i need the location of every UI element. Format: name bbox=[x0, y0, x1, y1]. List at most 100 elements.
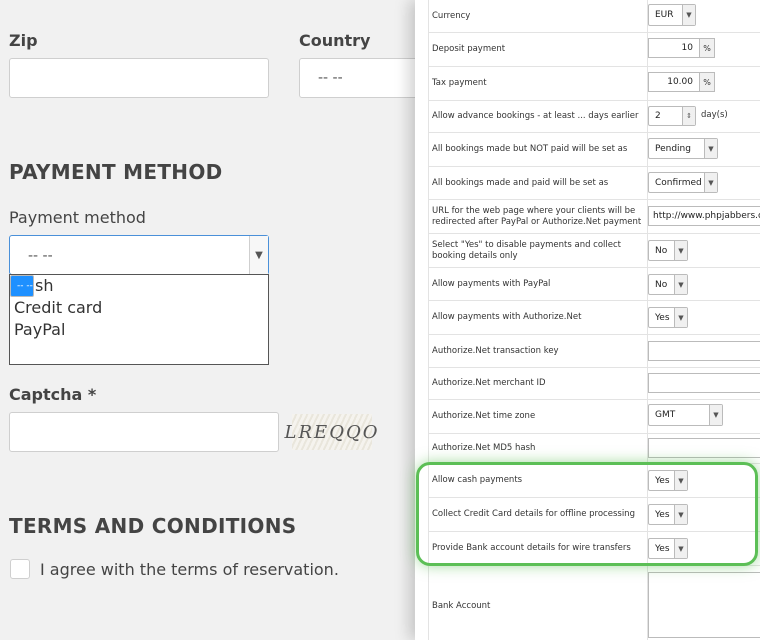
chevron-down-icon: ▼ bbox=[674, 505, 687, 524]
dropdown-option-credit-card[interactable]: Credit card bbox=[10, 297, 268, 319]
advance-days-spinner[interactable]: 2 ⇕ bbox=[648, 106, 696, 126]
unpaid-status-select[interactable]: Pending ▼ bbox=[648, 138, 718, 159]
setting-label: Currency bbox=[428, 0, 648, 32]
chevron-down-icon[interactable]: ▼ bbox=[249, 236, 268, 274]
paypal-value: No bbox=[655, 279, 668, 290]
country-select-value: -- -- bbox=[318, 70, 343, 86]
setting-label: URL for the web page where your clients … bbox=[428, 200, 648, 233]
captcha-image: LREQQO bbox=[285, 414, 377, 450]
currency-value: EUR bbox=[655, 10, 674, 20]
setting-row-currency: Currency EUR ▼ bbox=[428, 0, 760, 33]
chevron-down-icon: ▼ bbox=[704, 139, 717, 158]
setting-label: Bank Account bbox=[428, 566, 648, 640]
setting-label: Collect Credit Card details for offline … bbox=[428, 498, 648, 531]
setting-row-time-zone: Authorize.Net time zone GMT ▼ bbox=[428, 400, 760, 434]
disable-payments-value: No bbox=[655, 245, 668, 256]
currency-select[interactable]: EUR ▼ bbox=[648, 4, 696, 26]
setting-label: Authorize.Net MD5 hash bbox=[428, 434, 648, 463]
chevron-down-icon: ▼ bbox=[674, 275, 687, 294]
payment-method-value: -- -- bbox=[28, 248, 53, 264]
setting-row-disable-payments: Select "Yes" to disable payments and col… bbox=[428, 234, 760, 268]
booking-form: Zip Country -- -- PAYMENT METHOD Payment… bbox=[0, 0, 429, 640]
setting-label: Allow payments with PayPal bbox=[428, 268, 648, 300]
country-select[interactable]: -- -- bbox=[299, 58, 429, 98]
time-zone-value: GMT bbox=[655, 410, 676, 420]
tax-input[interactable]: 10.00 bbox=[648, 72, 700, 92]
country-label: Country bbox=[299, 31, 371, 50]
cash-value: Yes bbox=[655, 475, 670, 486]
redirect-url-input[interactable]: http://www.phpjabbers.c bbox=[648, 206, 760, 226]
setting-row-cash: Allow cash payments Yes ▼ bbox=[428, 464, 760, 498]
paypal-select[interactable]: No ▼ bbox=[648, 274, 688, 295]
setting-label: All bookings made but NOT paid will be s… bbox=[428, 133, 648, 166]
setting-row-authorize: Allow payments with Authorize.Net Yes ▼ bbox=[428, 301, 760, 335]
advance-days-value: 2 bbox=[655, 111, 661, 121]
cash-select[interactable]: Yes ▼ bbox=[648, 470, 688, 491]
dropdown-option-paypal[interactable]: PayPal bbox=[10, 319, 268, 341]
percent-addon: % bbox=[699, 72, 715, 92]
merchant-id-input[interactable] bbox=[648, 373, 760, 393]
setting-row-bank-transfer: Provide Bank account details for wire tr… bbox=[428, 532, 760, 566]
credit-card-value: Yes bbox=[655, 509, 670, 520]
authorize-value: Yes bbox=[655, 312, 670, 323]
days-unit: day(s) bbox=[701, 110, 728, 120]
terms-heading: TERMS AND CONDITIONS bbox=[9, 514, 297, 538]
chevron-down-icon: ▼ bbox=[674, 308, 687, 327]
bank-transfer-value: Yes bbox=[655, 543, 670, 554]
setting-label: Allow advance bookings - at least ... da… bbox=[428, 101, 648, 132]
setting-label: Authorize.Net transaction key bbox=[428, 335, 648, 367]
chevron-down-icon: ▼ bbox=[709, 405, 722, 425]
setting-row-redirect-url: URL for the web page where your clients … bbox=[428, 200, 760, 234]
unpaid-status-value: Pending bbox=[655, 143, 691, 154]
chevron-down-icon: ▼ bbox=[674, 241, 687, 260]
chevron-down-icon: ▼ bbox=[674, 471, 687, 490]
md5-hash-input[interactable] bbox=[648, 438, 760, 458]
bank-account-textarea[interactable] bbox=[648, 572, 760, 638]
deposit-input[interactable]: 10 bbox=[648, 38, 700, 58]
dropdown-option-cash[interactable]: Cash bbox=[10, 275, 268, 297]
setting-row-paid-status: All bookings made and paid will be set a… bbox=[428, 167, 760, 200]
setting-row-credit-card: Collect Credit Card details for offline … bbox=[428, 498, 760, 532]
payment-method-label: Payment method bbox=[9, 208, 146, 227]
setting-row-paypal: Allow payments with PayPal No ▼ bbox=[428, 268, 760, 301]
setting-label: Select "Yes" to disable payments and col… bbox=[428, 234, 648, 267]
credit-card-select[interactable]: Yes ▼ bbox=[648, 504, 688, 525]
setting-label: Tax payment bbox=[428, 67, 648, 100]
authorize-select[interactable]: Yes ▼ bbox=[648, 307, 688, 328]
setting-label: Provide Bank account details for wire tr… bbox=[428, 532, 648, 565]
setting-label: Authorize.Net time zone bbox=[428, 400, 648, 433]
setting-row-tax: Tax payment 10.00 % bbox=[428, 67, 760, 101]
chevron-down-icon: ▼ bbox=[682, 5, 695, 25]
setting-label: Allow payments with Authorize.Net bbox=[428, 301, 648, 334]
chevron-down-icon: ▼ bbox=[704, 173, 717, 192]
setting-row-transaction-key: Authorize.Net transaction key bbox=[428, 335, 760, 368]
payment-method-select[interactable]: -- -- ▼ bbox=[9, 235, 269, 275]
setting-label: Deposit payment bbox=[428, 33, 648, 66]
setting-label: Authorize.Net merchant ID bbox=[428, 368, 648, 399]
setting-label: All bookings made and paid will be set a… bbox=[428, 167, 648, 199]
bank-transfer-select[interactable]: Yes ▼ bbox=[648, 538, 688, 559]
setting-label: Allow cash payments bbox=[428, 464, 648, 497]
payment-method-dropdown: -- -- Cash Credit card PayPal bbox=[9, 274, 269, 365]
setting-row-bank-account: Bank Account bbox=[428, 566, 760, 640]
paid-status-select[interactable]: Confirmed ▼ bbox=[648, 172, 718, 193]
dropdown-option-empty[interactable]: -- -- bbox=[10, 275, 34, 297]
captcha-input[interactable] bbox=[9, 412, 279, 452]
disable-payments-select[interactable]: No ▼ bbox=[648, 240, 688, 261]
paid-status-value: Confirmed bbox=[655, 177, 702, 188]
setting-row-unpaid-status: All bookings made but NOT paid will be s… bbox=[428, 133, 760, 167]
setting-row-md5-hash: Authorize.Net MD5 hash bbox=[428, 434, 760, 464]
spinner-arrows-icon[interactable]: ⇕ bbox=[682, 107, 695, 125]
setting-row-advance: Allow advance bookings - at least ... da… bbox=[428, 101, 760, 133]
setting-row-merchant-id: Authorize.Net merchant ID bbox=[428, 368, 760, 400]
zip-input[interactable] bbox=[9, 58, 269, 98]
chevron-down-icon: ▼ bbox=[674, 539, 687, 558]
transaction-key-input[interactable] bbox=[648, 341, 760, 361]
setting-row-deposit: Deposit payment 10 % bbox=[428, 33, 760, 67]
agree-label: I agree with the terms of reservation. bbox=[40, 560, 339, 579]
captcha-label: Captcha * bbox=[9, 385, 97, 404]
percent-addon: % bbox=[699, 38, 715, 58]
payment-method-heading: PAYMENT METHOD bbox=[9, 160, 223, 184]
agree-checkbox[interactable] bbox=[10, 559, 30, 579]
time-zone-select[interactable]: GMT ▼ bbox=[648, 404, 723, 426]
